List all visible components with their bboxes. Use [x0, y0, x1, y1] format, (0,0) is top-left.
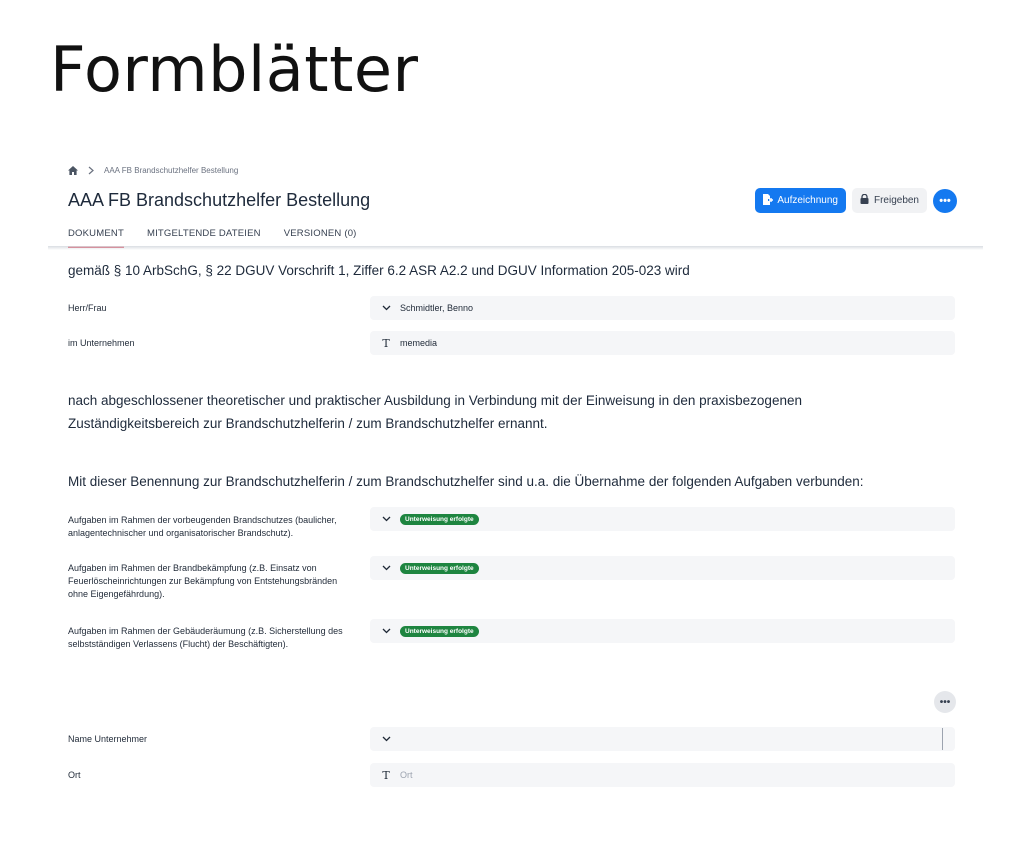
header-divider: [48, 246, 983, 250]
field-label-company: im Unternehmen: [68, 338, 135, 348]
location-placeholder: Ort: [400, 770, 413, 780]
home-icon[interactable]: [68, 166, 78, 175]
intro-text: gemäß § 10 ArbSchG, § 22 DGUV Vorschrift…: [68, 263, 690, 278]
chevron-down-icon: [378, 565, 394, 571]
status-badge: Unterweisung erfolgte: [400, 625, 479, 637]
chevron-down-icon: [378, 305, 394, 311]
chevron-down-icon: [378, 736, 394, 742]
task-status-select[interactable]: Unterweisung erfolgte: [370, 556, 955, 580]
task-label: Aufgaben im Rahmen der vorbeugenden Bran…: [68, 515, 337, 538]
field-label-salutation: Herr/Frau: [68, 303, 107, 313]
task-status-select[interactable]: Unterweisung erfolgte: [370, 507, 955, 531]
page-hero-title: Formblätter: [50, 33, 419, 106]
record-button[interactable]: Aufzeichnung: [755, 188, 846, 213]
text-field-icon: T: [382, 336, 390, 350]
breadcrumb: AAA FB Brandschutzhelfer Bestellung: [68, 166, 238, 175]
tab-versions[interactable]: VERSIONEN (0): [284, 228, 357, 248]
lock-icon: [860, 193, 869, 207]
tab-document[interactable]: DOKUMENT: [68, 228, 124, 248]
status-badge: Unterweisung erfolgte: [400, 562, 479, 574]
status-badge: Unterweisung erfolgte: [400, 513, 479, 525]
record-button-label: Aufzeichnung: [777, 195, 838, 206]
section-more-button[interactable]: •••: [934, 691, 956, 713]
chevron-right-icon: [88, 166, 94, 175]
task-label: Aufgaben im Rahmen der Brandbekämpfung (…: [68, 563, 338, 599]
task-label: Aufgaben im Rahmen der Gebäuderäumung (z…: [68, 626, 343, 649]
chevron-down-icon: [378, 628, 394, 634]
file-record-icon: [762, 193, 774, 208]
salutation-select[interactable]: Schmidtler, Benno: [370, 296, 955, 320]
company-input[interactable]: T memedia: [370, 331, 955, 355]
chevron-down-icon: [378, 516, 394, 522]
tasks-heading: Mit dieser Benennung zur Brandschutzhelf…: [68, 474, 864, 489]
breadcrumb-current[interactable]: AAA FB Brandschutzhelfer Bestellung: [104, 166, 238, 175]
task-status-select[interactable]: Unterweisung erfolgte: [370, 619, 955, 643]
tab-bar: DOKUMENT MITGELTENDE DATEIEN VERSIONEN (…: [68, 228, 357, 248]
salutation-value: Schmidtler, Benno: [400, 303, 474, 313]
entrepreneur-select[interactable]: [370, 727, 955, 751]
toolbar-actions: Aufzeichnung Freigeben •••: [755, 188, 957, 213]
location-input[interactable]: T Ort: [370, 763, 955, 787]
field-divider: [942, 728, 943, 750]
release-button[interactable]: Freigeben: [851, 188, 927, 213]
text-field-icon: T: [382, 768, 390, 782]
tab-related-files[interactable]: MITGELTENDE DATEIEN: [147, 228, 261, 248]
release-button-label: Freigeben: [873, 195, 919, 206]
field-label-location: Ort: [68, 770, 81, 780]
appointment-text: nach abgeschlossener theoretischer und p…: [68, 393, 802, 431]
company-value: memedia: [400, 338, 438, 348]
document-title: AAA FB Brandschutzhelfer Bestellung: [68, 190, 371, 210]
more-options-button[interactable]: •••: [933, 188, 957, 213]
field-label-entrepreneur: Name Unternehmer: [68, 734, 148, 744]
